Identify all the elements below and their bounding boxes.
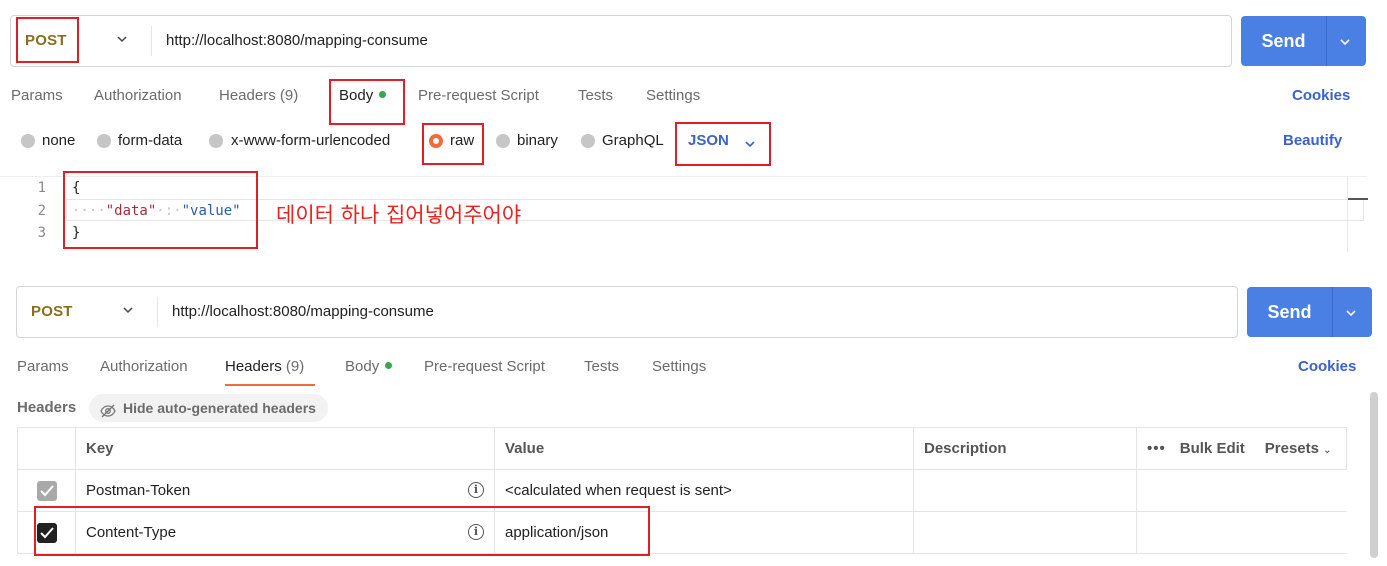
- radio-graphql-label: GraphQL: [602, 132, 664, 149]
- tab-body-label: Body: [345, 358, 380, 375]
- column-checkbox: [17, 427, 76, 470]
- table-header-row: Key Value Description ••• Bulk Edit Preset…: [17, 427, 1347, 470]
- page-scrollbar[interactable]: [1370, 392, 1378, 558]
- radio-none[interactable]: [21, 134, 35, 148]
- info-icon[interactable]: i: [468, 482, 484, 498]
- radio-binary-label: binary: [517, 132, 558, 149]
- line-number: 1: [37, 180, 46, 196]
- more-icon[interactable]: •••: [1147, 440, 1166, 457]
- column-value: Value: [494, 427, 914, 470]
- column-description: Description: [913, 427, 1137, 470]
- radio-urlencoded-label: x-www-form-urlencoded: [231, 132, 391, 149]
- cookies-link[interactable]: Cookies: [1292, 87, 1350, 104]
- editor-scrollbar[interactable]: [1347, 176, 1368, 252]
- tab-authorization[interactable]: Authorization: [100, 357, 188, 377]
- divider: [157, 297, 158, 327]
- tab-headers-label: Headers: [225, 358, 282, 375]
- radio-none-label: none: [42, 132, 76, 149]
- send-label: Send: [1261, 31, 1306, 51]
- active-line: [66, 199, 1364, 221]
- line-number: 2: [37, 203, 46, 219]
- tab-headers-count: (9): [285, 358, 305, 375]
- url-bar: POST http://localhost:8080/mapping-consu…: [16, 286, 1238, 338]
- url-input[interactable]: http://localhost:8080/mapping-consume: [172, 287, 434, 337]
- status-dot: [385, 362, 393, 369]
- line-number: 3: [37, 225, 46, 241]
- url-bar: POST http://localhost:8080/mapping-consu…: [10, 15, 1232, 67]
- chevron-down-icon[interactable]: [117, 34, 127, 44]
- radio-form-data[interactable]: [97, 134, 111, 148]
- radio-form-data-label: form-data: [118, 132, 183, 149]
- url-input[interactable]: http://localhost:8080/mapping-consume: [166, 16, 428, 66]
- active-tab-underline: [225, 384, 315, 386]
- send-label: Send: [1267, 302, 1312, 322]
- description-cell[interactable]: [913, 511, 1137, 554]
- send-button[interactable]: Send: [1247, 287, 1372, 337]
- bulk-edit-button[interactable]: Bulk Edit: [1180, 440, 1245, 457]
- tab-body[interactable]: Body: [345, 357, 393, 377]
- chevron-down-icon[interactable]: [123, 305, 133, 315]
- method-select[interactable]: POST: [31, 287, 73, 337]
- tab-params[interactable]: Params: [17, 357, 69, 377]
- description-cell[interactable]: [913, 469, 1137, 512]
- radio-urlencoded[interactable]: [209, 134, 223, 148]
- key-text: Postman-Token: [86, 482, 191, 499]
- column-key: Key: [75, 427, 495, 470]
- tab-tests[interactable]: Tests: [578, 86, 613, 106]
- column-tools: ••• Bulk Edit Presets ⌄: [1136, 427, 1347, 470]
- highlight-box: [63, 171, 258, 249]
- divider: [151, 26, 152, 56]
- scroll-marker: [1348, 198, 1368, 200]
- radio-graphql[interactable]: [581, 134, 595, 148]
- tab-headers-label: Headers: [219, 87, 276, 104]
- tab-headers[interactable]: Headers (9): [225, 357, 304, 377]
- hide-auto-generated-button[interactable]: Hide auto-generated headers: [89, 394, 328, 422]
- annotation-text: 데이터 하나 집어넣어주어야: [276, 203, 522, 227]
- row-checkbox[interactable]: [36, 480, 57, 501]
- divider: [1332, 287, 1333, 337]
- radio-binary[interactable]: [496, 134, 510, 148]
- chevron-down-icon[interactable]: [1345, 306, 1357, 323]
- highlight-box: [16, 17, 79, 63]
- chevron-down-icon[interactable]: [1339, 35, 1351, 52]
- hide-auto-generated-label: Hide auto-generated headers: [123, 400, 316, 416]
- tools-cell: [1136, 469, 1347, 512]
- presets-dropdown[interactable]: Presets ⌄: [1265, 440, 1332, 457]
- beautify-link[interactable]: Beautify: [1283, 132, 1342, 149]
- tab-headers-count: (9): [279, 87, 299, 104]
- tab-headers[interactable]: Headers (9): [219, 86, 298, 106]
- tab-settings[interactable]: Settings: [652, 357, 706, 377]
- chevron-down-icon: ⌄: [1323, 445, 1332, 456]
- send-button[interactable]: Send: [1241, 16, 1366, 66]
- highlight-box: [329, 79, 405, 125]
- highlight-box: [34, 506, 650, 556]
- tab-pre-request-script[interactable]: Pre-request Script: [418, 86, 539, 106]
- tab-settings[interactable]: Settings: [646, 86, 700, 106]
- cookies-link[interactable]: Cookies: [1298, 358, 1356, 375]
- highlight-box: [675, 122, 771, 166]
- eye-off-icon: [100, 400, 116, 428]
- tab-tests[interactable]: Tests: [584, 357, 619, 377]
- tab-pre-request-script[interactable]: Pre-request Script: [424, 357, 545, 377]
- highlight-box: [422, 123, 484, 165]
- presets-label: Presets: [1264, 440, 1319, 457]
- divider: [1326, 16, 1327, 66]
- tab-params[interactable]: Params: [11, 86, 63, 106]
- tab-authorization[interactable]: Authorization: [94, 86, 182, 106]
- tools-cell: [1136, 511, 1347, 554]
- headers-title: Headers: [17, 399, 77, 416]
